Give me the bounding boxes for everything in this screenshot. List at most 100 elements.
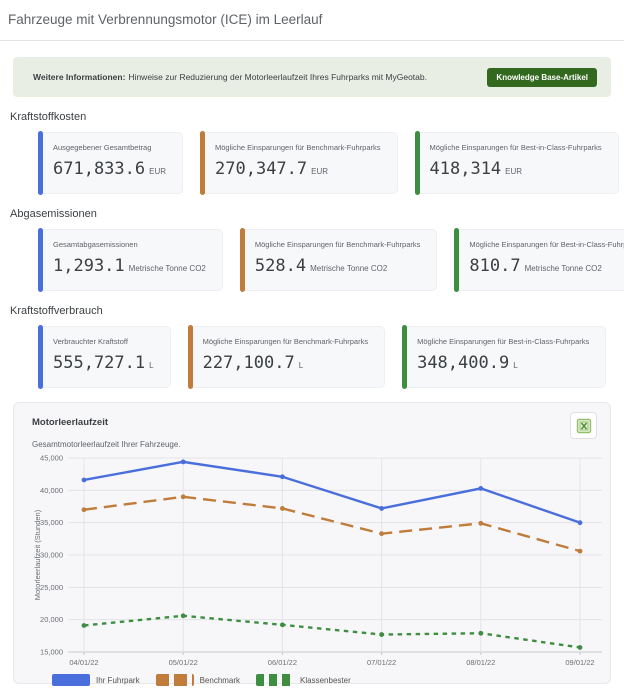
kpi-value: 555,727.1 [53,353,145,373]
data-point [280,474,285,479]
data-point [578,520,583,525]
card-row: Gesamtabgasemissionen 1,293.1 Metrische T… [38,229,624,291]
kpi-value: 227,100.7 [203,353,295,373]
section-kraftstoffkosten: Kraftstoffkosten Ausgegebener Gesamtbetr… [0,111,624,194]
kpi-accent-bar [188,325,193,389]
kpi-value: 348,400.9 [417,353,509,373]
kpi-unit: L [149,361,153,370]
svg-text:08/01/22: 08/01/22 [466,658,495,667]
legend-swatch [256,674,294,686]
knowledge-base-button[interactable]: Knowledge Base-Artikel [487,68,597,87]
kpi-unit: EUR [311,167,328,176]
kpi-accent-bar [38,228,43,292]
kpi-unit: L [513,361,517,370]
data-point [280,622,285,627]
info-banner-message: Hinweise zur Reduzierung der Motorleerla… [128,72,427,82]
svg-text:45,000: 45,000 [40,454,63,463]
kpi-card-best-in-class-savings: Mögliche Einsparungen für Best-in-Class-… [415,132,619,194]
excel-export-button[interactable] [570,412,597,439]
kpi-accent-bar [240,228,245,292]
svg-text:20,000: 20,000 [40,615,63,624]
kpi-value: 671,833.6 [53,159,145,179]
series-line [84,497,580,551]
data-point [181,494,186,499]
data-point [82,623,87,628]
header-divider [0,40,624,41]
kpi-card-total-spent: Ausgegebener Gesamtbetrag 671,833.6 EUR [38,132,183,194]
idle-time-chart-panel: Motorleerlaufzeit Gesamtmotorleerlaufzei… [13,402,611,684]
chart-title: Motorleerlaufzeit [32,417,594,428]
section-title: Abgasemissionen [10,208,624,220]
svg-text:07/01/22: 07/01/22 [367,658,396,667]
kpi-unit: Metrische Tonne CO2 [525,264,602,273]
info-banner: Weitere Informationen:Hinweise zur Reduz… [13,57,611,97]
kpi-card-total-emissions: Gesamtabgasemissionen 1,293.1 Metrische T… [38,229,223,291]
svg-text:Motorleerlaufzeit (Stunden): Motorleerlaufzeit (Stunden) [33,509,42,600]
kpi-card-best-in-class-savings: Mögliche Einsparungen für Best-in-Class-… [402,326,606,388]
kpi-card-benchmark-savings: Mögliche Einsparungen für Benchmark-Fuhr… [188,326,386,388]
data-point [578,549,583,554]
kpi-label: Mögliche Einsparungen für Best-in-Class-… [430,143,602,152]
data-point [379,531,384,536]
excel-export-icon [576,418,592,434]
data-point [478,521,483,526]
section-abgasemissionen: Abgasemissionen Gesamtabgasemissionen 1,… [0,208,624,291]
kpi-card-fuel-used: Verbrauchter Kraftstoff 555,727.1 L [38,326,171,388]
kpi-value: 528.4 [255,256,306,276]
kpi-label: Gesamtabgasemissionen [53,240,206,249]
data-point [578,645,583,650]
section-title: Kraftstoffverbrauch [10,305,624,317]
section-kraftstoffverbrauch: Kraftstoffverbrauch Verbrauchter Kraftst… [0,305,624,388]
chart-subtitle: Gesamtmotorleerlaufzeit Ihrer Fahrzeuge. [32,440,594,449]
kpi-unit: L [299,361,303,370]
svg-text:04/01/22: 04/01/22 [69,658,98,667]
legend-label: Ihr Fuhrpark [96,676,140,685]
kpi-card-best-in-class-savings: Mögliche Einsparungen für Best-in-Class-… [454,229,624,291]
kpi-accent-bar [38,131,43,195]
kpi-label: Ausgegebener Gesamtbetrag [53,143,166,152]
kpi-label: Verbrauchter Kraftstoff [53,337,154,346]
kpi-unit: EUR [149,167,166,176]
kpi-unit: Metrische Tonne CO2 [310,264,387,273]
kpi-label: Mögliche Einsparungen für Benchmark-Fuhr… [215,143,381,152]
kpi-value: 270,347.7 [215,159,307,179]
info-banner-label: Weitere Informationen: [33,72,125,82]
data-point [82,478,87,483]
section-title: Kraftstoffkosten [10,111,624,123]
legend-label: Klassenbester [300,676,351,685]
idle-time-chart: 45,00040,00035,00030,00025,00020,00015,0… [32,452,612,671]
data-point [82,507,87,512]
svg-text:40,000: 40,000 [40,486,63,495]
kpi-label: Mögliche Einsparungen für Best-in-Class-… [469,240,624,249]
legend-swatch [52,674,90,686]
page-title: Fahrzeuge mit Verbrennungsmotor (ICE) im… [0,0,624,27]
kpi-label: Mögliche Einsparungen für Benchmark-Fuhr… [203,337,369,346]
kpi-label: Mögliche Einsparungen für Benchmark-Fuhr… [255,240,421,249]
info-banner-text: Weitere Informationen:Hinweise zur Reduz… [33,72,427,82]
series-line [84,462,580,523]
idling-dashboard-page: Fahrzeuge mit Verbrennungsmotor (ICE) im… [0,0,624,689]
svg-text:25,000: 25,000 [40,583,63,592]
legend-item[interactable]: Klassenbester [256,674,351,686]
kpi-accent-bar [38,325,43,389]
kpi-accent-bar [200,131,205,195]
data-point [181,459,186,464]
data-point [280,506,285,511]
kpi-unit: Metrische Tonne CO2 [129,264,206,273]
svg-text:35,000: 35,000 [40,518,63,527]
kpi-value: 1,293.1 [53,256,125,276]
legend-label: Benchmark [200,676,240,685]
kpi-accent-bar [402,325,407,389]
kpi-accent-bar [454,228,459,292]
legend-item[interactable]: Benchmark [156,674,240,686]
legend-item[interactable]: Ihr Fuhrpark [52,674,140,686]
svg-text:09/01/22: 09/01/22 [565,658,594,667]
chart-legend: Ihr Fuhrpark Benchmark Klassenbester [52,674,594,686]
data-point [478,486,483,491]
data-point [379,632,384,637]
svg-text:06/01/22: 06/01/22 [268,658,297,667]
svg-text:15,000: 15,000 [40,648,63,657]
data-point [379,506,384,511]
kpi-unit: EUR [505,167,522,176]
card-row: Verbrauchter Kraftstoff 555,727.1 L Mögli… [38,326,624,388]
